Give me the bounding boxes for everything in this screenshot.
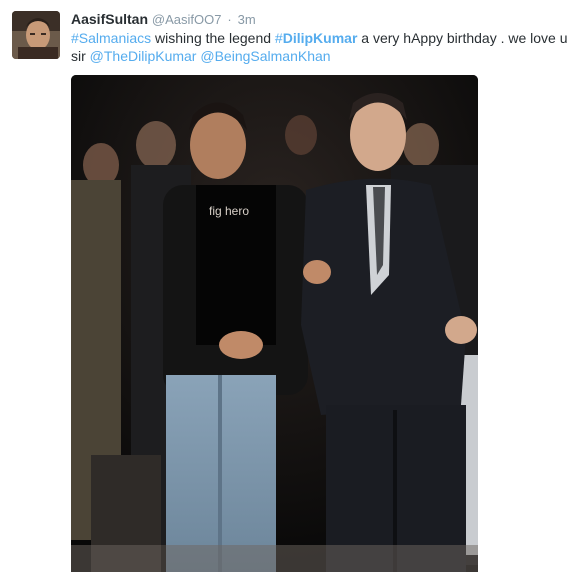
hashtag-salmaniacs[interactable]: #Salmaniacs bbox=[71, 30, 151, 46]
tweet: AasifSultan @AasifOO7 · 3m #Salmaniacs w… bbox=[0, 0, 588, 572]
mention-beingsalmankhan[interactable]: @BeingSalmanKhan bbox=[200, 48, 330, 64]
hashtag-symbol: # bbox=[274, 30, 283, 46]
tweet-photo[interactable]: fig hero bbox=[71, 75, 478, 572]
avatar-photo-icon bbox=[12, 11, 60, 59]
hashtag-dilipkumar[interactable]: #DilipKumar bbox=[275, 30, 357, 46]
mention-thedilipkumar[interactable]: @TheDilipKumar bbox=[90, 48, 197, 64]
user-avatar[interactable] bbox=[12, 11, 60, 59]
user-handle[interactable]: @AasifOO7 bbox=[152, 12, 222, 27]
photo-image: fig hero bbox=[71, 75, 478, 572]
tweet-text: #Salmaniacs wishing the legend #DilipKum… bbox=[71, 29, 581, 65]
separator-dot: · bbox=[227, 12, 232, 27]
user-fullname[interactable]: AasifSultan bbox=[71, 11, 148, 27]
tweet-header: AasifSultan @AasifOO7 · 3m bbox=[71, 10, 256, 28]
tweet-timestamp[interactable]: 3m bbox=[238, 12, 256, 27]
shirt-print: fig hero bbox=[209, 204, 249, 218]
tweet-text-segment: wishing the legend bbox=[151, 30, 275, 46]
hashtag-word: DilipKumar bbox=[282, 30, 358, 46]
